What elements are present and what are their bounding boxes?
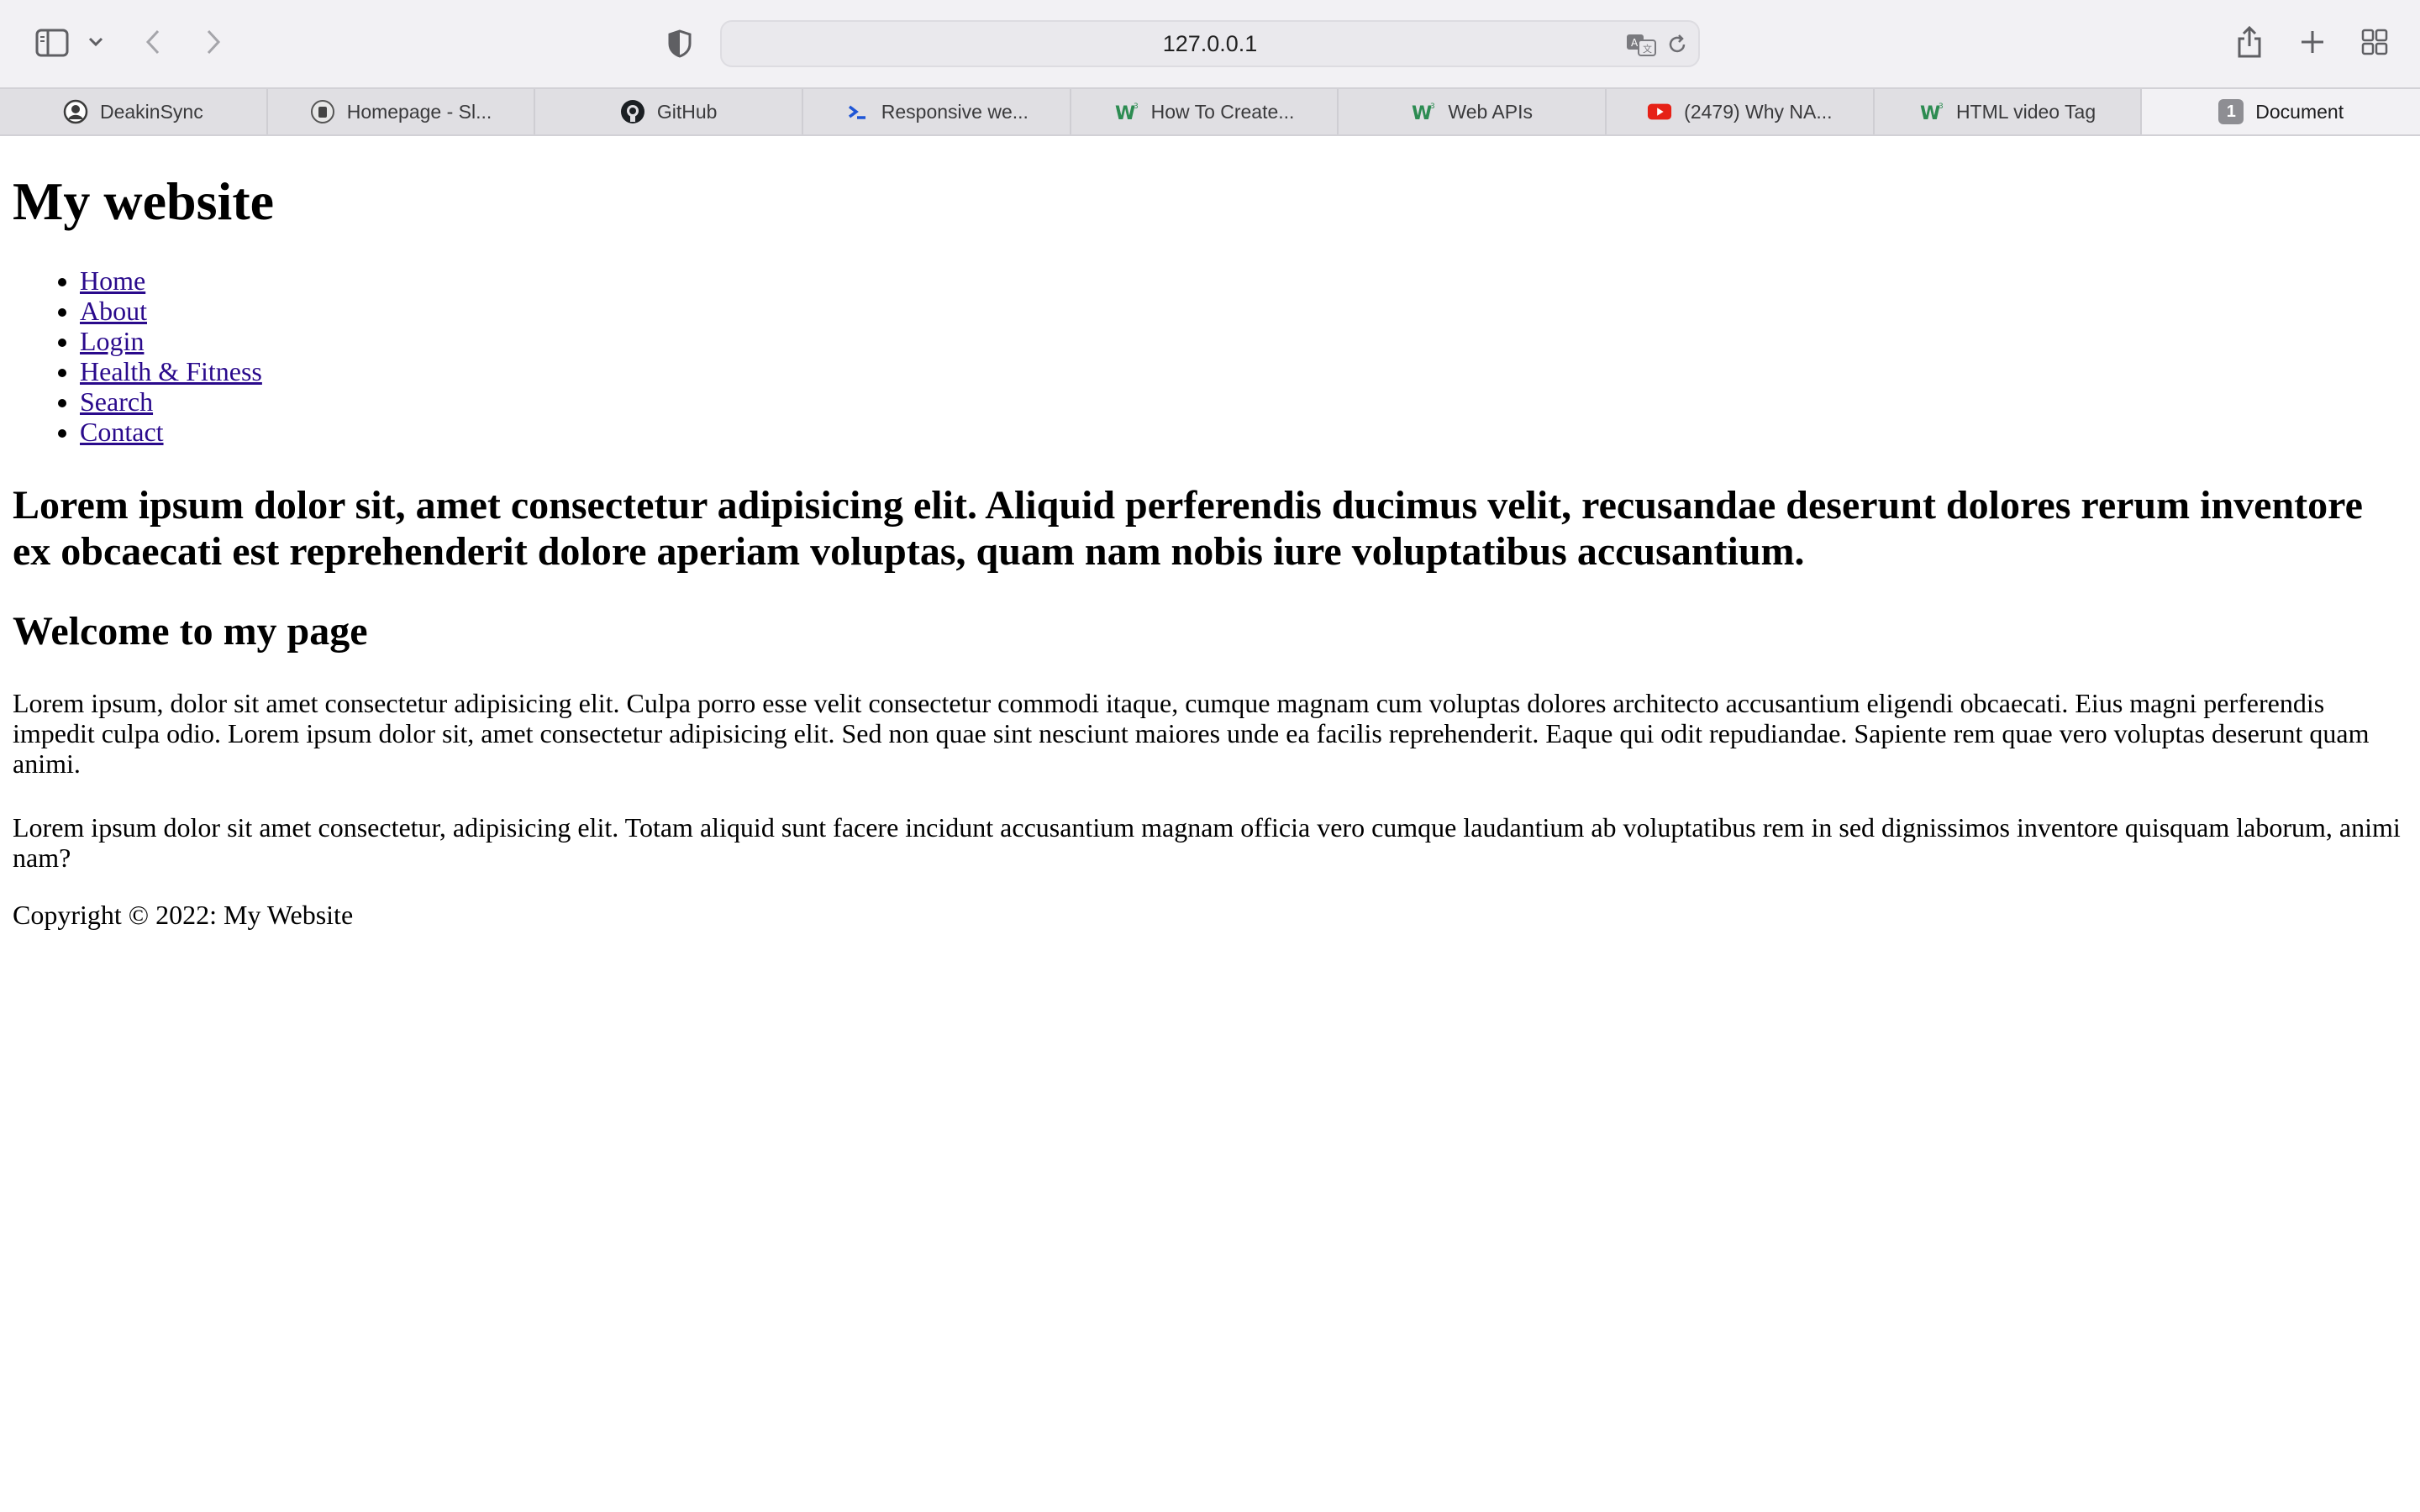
tab-youtube[interactable]: (2479) Why NA... xyxy=(1607,89,1875,134)
nav-link-health-fitness[interactable]: Health & Fitness xyxy=(80,356,262,386)
svg-text:A: A xyxy=(1631,37,1639,49)
body-paragraph: Lorem ipsum, dolor sit amet consectetur … xyxy=(13,688,2370,779)
tab-badge: 1 xyxy=(2226,102,2236,121)
chevron-down-icon[interactable] xyxy=(84,30,108,54)
back-icon[interactable] xyxy=(138,25,168,59)
forward-icon[interactable] xyxy=(198,25,229,59)
terminal-prompt-icon xyxy=(844,99,870,124)
new-tab-icon[interactable] xyxy=(2297,27,2328,57)
svg-text:3: 3 xyxy=(1134,102,1139,111)
nav-link-home[interactable]: Home xyxy=(80,265,145,296)
body-paragraph: Lorem ipsum dolor sit amet consectetur, … xyxy=(13,812,2401,873)
browser-toolbar: 127.0.0.1 A文 xyxy=(0,0,2420,87)
tab-label: How To Create... xyxy=(1150,100,1295,123)
tab-label: DeakinSync xyxy=(99,100,203,123)
lead-heading: Lorem ipsum dolor sit, amet consectetur … xyxy=(13,483,2363,574)
privacy-shield-icon[interactable] xyxy=(664,27,696,60)
tab-label: Responsive we... xyxy=(881,100,1028,123)
tab-html-video[interactable]: W3 HTML video Tag xyxy=(1875,89,2143,134)
tab-label: Web APIs xyxy=(1448,100,1533,123)
nav-link-about[interactable]: About xyxy=(80,296,147,326)
svg-text:W: W xyxy=(1115,103,1135,124)
tab-deakinsync[interactable]: DeakinSync xyxy=(0,89,268,134)
svg-text:W: W xyxy=(1412,103,1432,124)
page-content: My website Home About Login Health & Fit… xyxy=(0,136,2420,1512)
tab-label: GitHub xyxy=(656,100,718,123)
w3schools-icon: W3 xyxy=(1411,99,1436,124)
nav-link-contact[interactable]: Contact xyxy=(80,417,164,447)
tab-bar: DeakinSync Homepage - Sl... GitHub Respo… xyxy=(0,87,2420,136)
w3schools-icon: W3 xyxy=(1114,99,1139,124)
tab-overview-icon[interactable] xyxy=(2360,27,2390,57)
svg-text:W: W xyxy=(1920,103,1940,124)
address-text: 127.0.0.1 xyxy=(1162,30,1258,56)
nav-list: Home About Login Health & Fitness Search… xyxy=(13,265,2407,447)
svg-text:3: 3 xyxy=(1939,102,1944,111)
svg-text:3: 3 xyxy=(1430,102,1435,111)
address-bar[interactable]: 127.0.0.1 A文 xyxy=(720,20,1700,67)
share-icon[interactable] xyxy=(2233,24,2265,60)
tab-github[interactable]: GitHub xyxy=(535,89,804,134)
welcome-heading: Welcome to my page xyxy=(13,609,368,654)
tab-responsive[interactable]: Responsive we... xyxy=(803,89,1071,134)
nav-item: Search xyxy=(80,386,2407,417)
tab-label: Document xyxy=(2255,100,2344,123)
number-badge-icon: 1 xyxy=(2218,99,2244,124)
tab-label: HTML video Tag xyxy=(1955,100,2096,123)
w3schools-icon: W3 xyxy=(1919,99,1944,124)
sidebar-toggle-icon[interactable] xyxy=(32,25,72,60)
nav-item: Login xyxy=(80,326,2407,356)
github-icon xyxy=(620,99,645,124)
tab-label: (2479) Why NA... xyxy=(1684,100,1833,123)
copyright-text: Copyright © 2022: My Website xyxy=(13,900,354,930)
nav-item: About xyxy=(80,296,2407,326)
translate-icon[interactable]: A文 xyxy=(1624,30,1658,59)
nav-link-search[interactable]: Search xyxy=(80,386,153,417)
nav-item: Health & Fitness xyxy=(80,356,2407,386)
page-title: My website xyxy=(13,171,275,231)
svg-text:文: 文 xyxy=(1643,43,1652,55)
nav-item: Contact xyxy=(80,417,2407,447)
tab-web-apis[interactable]: W3 Web APIs xyxy=(1339,89,1607,134)
tab-homepage[interactable]: Homepage - Sl... xyxy=(268,89,536,134)
nav-item: Home xyxy=(80,265,2407,296)
youtube-icon xyxy=(1647,99,1672,124)
deakin-icon xyxy=(63,99,88,124)
tab-how-to-create[interactable]: W3 How To Create... xyxy=(1071,89,1339,134)
reload-icon[interactable] xyxy=(1665,32,1690,57)
tab-document[interactable]: 1 Document xyxy=(2142,89,2420,134)
tab-label: Homepage - Sl... xyxy=(346,100,492,123)
homepage-icon xyxy=(310,99,335,124)
nav-link-login[interactable]: Login xyxy=(80,326,144,356)
